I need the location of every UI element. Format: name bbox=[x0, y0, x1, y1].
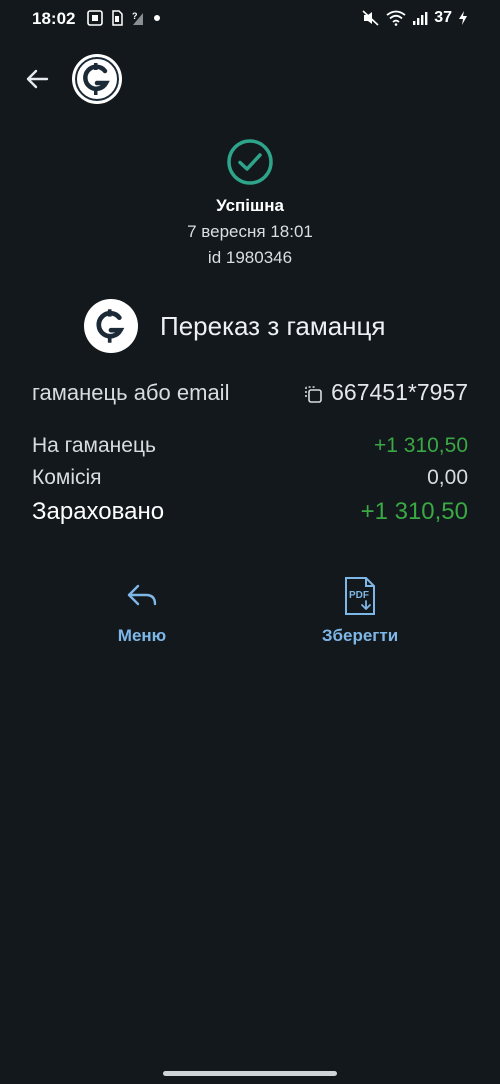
amount-value: 0,00 bbox=[427, 466, 468, 489]
mute-icon bbox=[362, 10, 379, 26]
wallet-row: гаманець або email 667451*7957 bbox=[32, 376, 468, 410]
status-bar: 18:02 ? 37 bbox=[0, 0, 500, 38]
pdf-download-icon: PDF bbox=[340, 576, 380, 616]
copy-icon[interactable] bbox=[303, 383, 323, 403]
amount-value: +1 310,50 bbox=[373, 434, 468, 457]
signal-unknown-icon: ? bbox=[132, 11, 143, 25]
check-circle-icon bbox=[226, 138, 274, 186]
back-button[interactable] bbox=[20, 62, 54, 96]
save-button[interactable]: PDF Зберегти bbox=[290, 576, 430, 646]
amount-label: Комісія bbox=[32, 466, 102, 489]
amount-value: +1 310,50 bbox=[360, 498, 468, 525]
notification-dot-icon bbox=[154, 15, 160, 21]
service-logo bbox=[84, 299, 138, 353]
amount-row-commission: Комісія 0,00 bbox=[32, 464, 468, 496]
brand-g-logo-icon bbox=[96, 309, 125, 343]
transaction-date: 7 вересня 18:01 bbox=[187, 222, 313, 241]
top-app-bar bbox=[0, 50, 500, 106]
home-indicator[interactable] bbox=[163, 1071, 337, 1076]
wallet-value-group: 667451*7957 bbox=[303, 379, 468, 406]
wallet-label: гаманець або email bbox=[32, 380, 230, 405]
amount-row-to-wallet: На гаманець +1 310,50 bbox=[32, 432, 468, 464]
status-text: Успішна bbox=[216, 196, 284, 215]
amount-label: Зараховано bbox=[32, 498, 165, 525]
transaction-id: id 1980346 bbox=[207, 248, 293, 267]
amount-row-credited: Зараховано +1 310,50 bbox=[32, 496, 468, 532]
arrow-left-icon bbox=[26, 69, 49, 89]
reply-arrow-icon bbox=[122, 576, 162, 616]
service-header: Переказ з гаманця bbox=[84, 298, 386, 354]
battery-level: 37 bbox=[434, 9, 452, 26]
transaction-status: Успішна 7 вересня 18:01 id 1980346 bbox=[0, 138, 500, 268]
action-bar: Меню PDF Зберегти bbox=[0, 576, 500, 656]
wallet-number: 667451*7957 bbox=[331, 379, 468, 405]
save-label: Зберегти bbox=[321, 626, 399, 645]
amounts-list: На гаманець +1 310,50 Комісія 0,00 Зарах… bbox=[32, 432, 468, 532]
menu-button[interactable]: Меню bbox=[72, 576, 212, 646]
status-right-icons: 37 bbox=[362, 9, 468, 27]
wifi-icon bbox=[386, 10, 406, 26]
svg-text:?: ? bbox=[132, 11, 138, 21]
status-left-icons: ? bbox=[87, 10, 161, 26]
amount-label: На гаманець bbox=[32, 434, 156, 457]
status-time: 18:02 bbox=[32, 9, 76, 28]
screenshot-icon bbox=[87, 10, 103, 26]
charging-icon bbox=[459, 11, 467, 25]
pdf-label: PDF bbox=[349, 590, 369, 601]
signal-icon bbox=[413, 12, 428, 25]
menu-label: Меню bbox=[117, 626, 167, 645]
sim-icon bbox=[112, 10, 123, 26]
service-title: Переказ з гаманця bbox=[160, 310, 386, 341]
brand-logo bbox=[72, 54, 122, 104]
brand-g-logo-icon bbox=[75, 57, 119, 101]
